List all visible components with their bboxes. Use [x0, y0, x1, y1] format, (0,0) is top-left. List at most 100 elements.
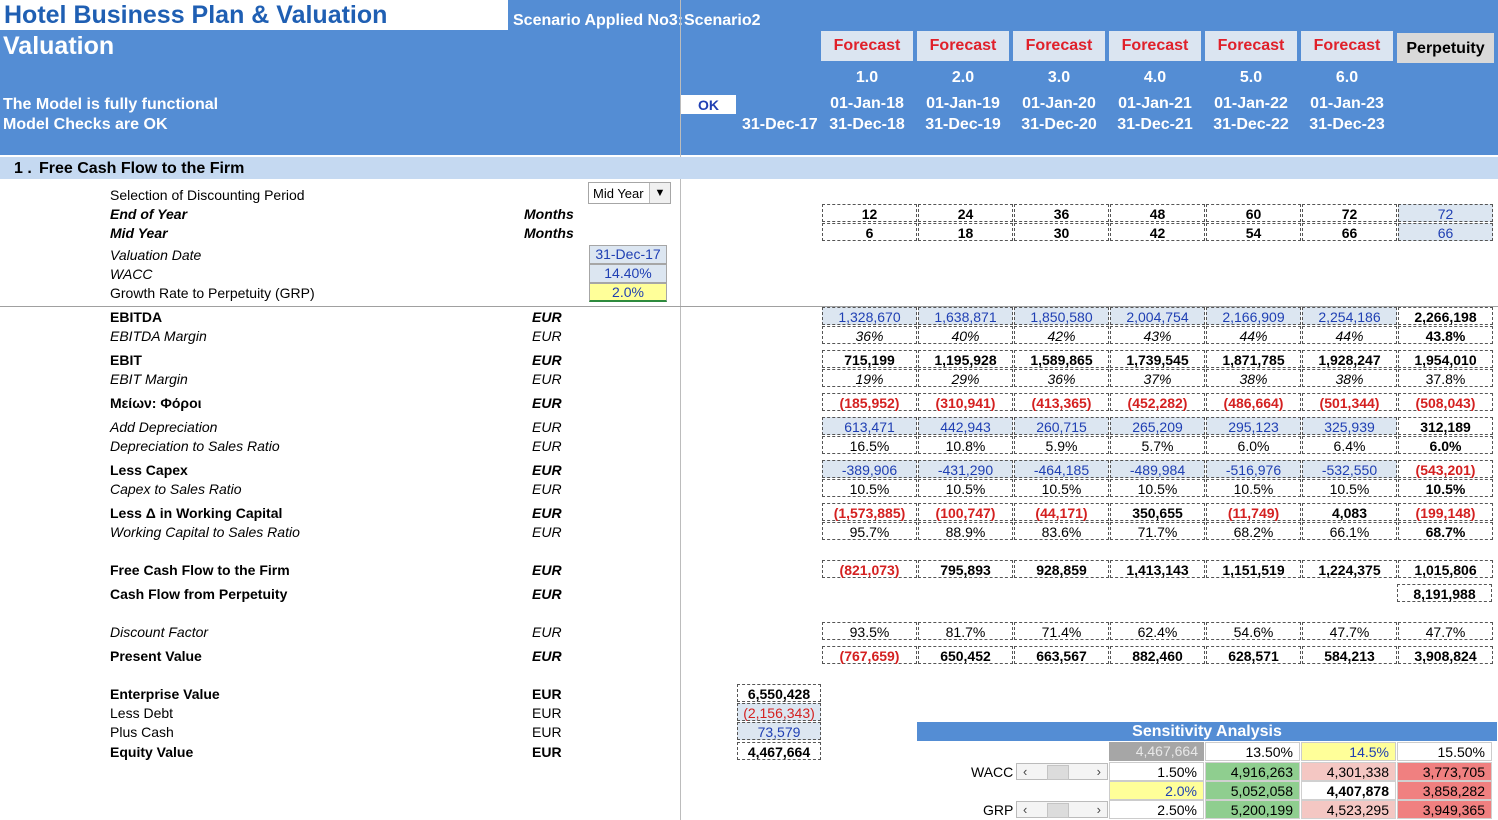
sensitivity-grp-header: 1.50% — [1109, 762, 1204, 781]
end-of-year-unit: Months — [524, 206, 574, 222]
eoy-months-cell: 24 — [918, 204, 1013, 222]
period-number: 5.0 — [1239, 69, 1263, 86]
wacc-input[interactable]: 14.40% — [589, 264, 667, 283]
wc-ratio-cell: 95.7% — [822, 522, 917, 540]
wc-cell: (44,171) — [1014, 503, 1109, 521]
forecast-header: Forecast — [821, 31, 913, 61]
depr-cell: 260,715 — [1014, 417, 1109, 435]
model-checks: Model Checks are OK — [3, 116, 168, 133]
wc-ratio-cell: 66.1% — [1302, 522, 1397, 540]
ebit-unit: EUR — [532, 352, 562, 368]
depr-ratio-cell: 5.9% — [1014, 436, 1109, 454]
taxes-label: Μείων: Φόροι — [110, 395, 202, 411]
period-number: 2.0 — [951, 69, 975, 86]
capex-cell: -532,550 — [1302, 460, 1397, 478]
equity-value: 4,467,664 — [737, 742, 821, 760]
grp-input[interactable]: 2.0% — [589, 283, 667, 302]
mid-months-cell: 66 — [1398, 223, 1493, 241]
capex-label: Less Capex — [110, 462, 188, 478]
sensitivity-corner: 4,467,664 — [1109, 742, 1204, 761]
ebitda-cell: 1,638,871 — [918, 307, 1013, 325]
fcff-cell: 928,859 — [1014, 560, 1109, 578]
period-number: 6.0 — [1335, 69, 1359, 86]
depr-cell: 613,471 — [822, 417, 917, 435]
ebit-cell: 1,871,785 — [1206, 350, 1301, 368]
period-start-date: 01-Jan-23 — [1310, 95, 1384, 112]
capex-ratio-cell: 10.5% — [1398, 479, 1493, 497]
grp-scrollbar[interactable]: ‹ › — [1016, 801, 1108, 818]
chevron-left-icon[interactable]: ‹ — [1023, 802, 1027, 817]
depr-ratio-cell: 6.4% — [1302, 436, 1397, 454]
df-cell: 54.6% — [1206, 622, 1301, 640]
chevron-right-icon[interactable]: › — [1097, 802, 1101, 817]
grp-scroll-thumb[interactable] — [1047, 803, 1069, 818]
depr-ratio-label: Depreciation to Sales Ratio — [110, 438, 280, 454]
chevron-right-icon[interactable]: › — [1097, 764, 1101, 779]
eoy-months-cell: 36 — [1014, 204, 1109, 222]
wc-ratio-label: Working Capital to Sales Ratio — [110, 524, 300, 540]
wc-ratio-cell: 88.9% — [918, 522, 1013, 540]
period-end-date: 31-Dec-19 — [925, 116, 1001, 133]
discount-period-dropdown[interactable]: Mid Year ▼ — [588, 182, 671, 204]
pv-cell: 584,213 — [1302, 646, 1397, 664]
df-cell: 47.7% — [1302, 622, 1397, 640]
depr-ratio-cell: 6.0% — [1206, 436, 1301, 454]
ev-label: Enterprise Value — [110, 686, 220, 702]
equity-unit: EUR — [532, 744, 562, 760]
sensitivity-wacc-header: 14.5% — [1301, 742, 1396, 761]
fcff-cell: 1,015,806 — [1398, 560, 1493, 578]
mid-year-unit: Months — [524, 225, 574, 241]
scenario-value: Scenario2 — [684, 12, 761, 29]
wc-cell: 350,655 — [1110, 503, 1205, 521]
eoy-months-cell: 72 — [1398, 204, 1493, 222]
pv-cell: 650,452 — [918, 646, 1013, 664]
fcff-cell: 795,893 — [918, 560, 1013, 578]
debt-value: (2,156,343) — [737, 703, 821, 721]
depr-cell: 265,209 — [1110, 417, 1205, 435]
wc-ratio-cell: 68.2% — [1206, 522, 1301, 540]
capex-unit: EUR — [532, 462, 562, 478]
capex-cell: (543,201) — [1398, 460, 1493, 478]
capex-ratio-cell: 10.5% — [1014, 479, 1109, 497]
wacc-scrollbar[interactable]: ‹ › — [1016, 763, 1108, 780]
depr-cell: 312,189 — [1398, 417, 1493, 435]
pv-cell: 882,460 — [1110, 646, 1205, 664]
wc-ratio-cell: 71.7% — [1110, 522, 1205, 540]
capex-cell: -431,290 — [918, 460, 1013, 478]
capex-cell: -516,976 — [1206, 460, 1301, 478]
end-of-year-label: End of Year — [110, 206, 188, 222]
mid-months-cell: 18 — [918, 223, 1013, 241]
period-start-date: 01-Jan-21 — [1118, 95, 1192, 112]
ebit-margin-label: EBIT Margin — [110, 371, 188, 387]
depr-ratio-unit: EUR — [532, 438, 562, 454]
period-end-date: 31-Dec-23 — [1309, 116, 1385, 133]
depr-ratio-cell: 6.0% — [1398, 436, 1493, 454]
sensitivity-wacc-header: 13.50% — [1205, 742, 1300, 761]
ebitda-margin-cell: 40% — [918, 326, 1013, 344]
valuation-date-input[interactable]: 31-Dec-17 — [589, 245, 667, 264]
taxes-cell: (501,344) — [1302, 393, 1397, 411]
sensitivity-cell: 5,052,058 — [1205, 781, 1300, 800]
sensitivity-cell: 4,407,878 — [1301, 781, 1396, 800]
wacc-scroll-thumb[interactable] — [1047, 765, 1069, 780]
sensitivity-cell: 4,523,295 — [1301, 800, 1396, 819]
pv-cell: (767,659) — [822, 646, 917, 664]
wc-ratio-unit: EUR — [532, 524, 562, 540]
ebitda-margin-label: EBITDA Margin — [110, 328, 207, 344]
capex-ratio-label: Capex to Sales Ratio — [110, 481, 242, 497]
eoy-months-cell: 12 — [822, 204, 917, 222]
perpetuity-header: Perpetuity — [1397, 33, 1494, 63]
debt-unit: EUR — [532, 705, 562, 721]
fcff-cell: 1,151,519 — [1206, 560, 1301, 578]
period-end-date: 31-Dec-18 — [829, 116, 905, 133]
period-end-date: 31-Dec-22 — [1213, 116, 1289, 133]
fcff-cell: (821,073) — [822, 560, 917, 578]
wc-cell: (11,749) — [1206, 503, 1301, 521]
chevron-left-icon[interactable]: ‹ — [1023, 764, 1027, 779]
wc-cell: (1,573,885) — [822, 503, 917, 521]
ev-value: 6,550,428 — [737, 684, 821, 702]
valuation-column-date: 31-Dec-17 — [742, 116, 818, 133]
wacc-label: WACC — [110, 266, 153, 282]
chevron-down-icon[interactable]: ▼ — [649, 183, 670, 203]
wc-ratio-cell: 83.6% — [1014, 522, 1109, 540]
